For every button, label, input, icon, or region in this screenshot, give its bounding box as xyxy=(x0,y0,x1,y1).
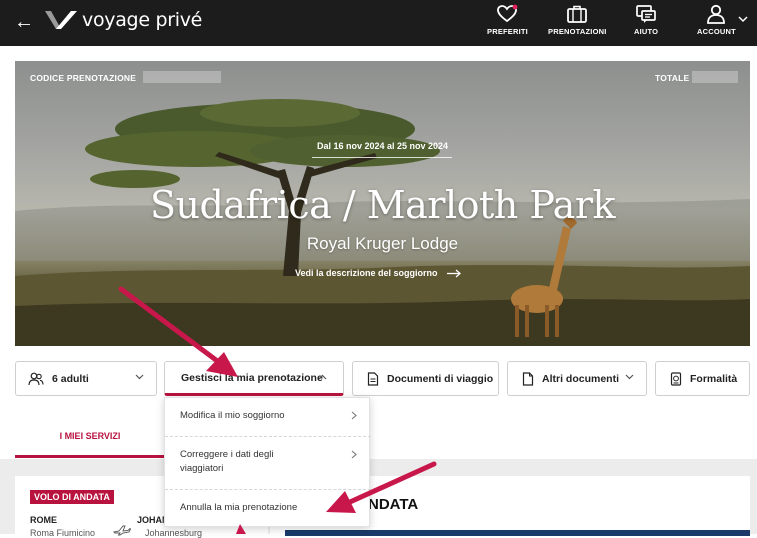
booking-dates: Dal 16 nov 2024 al 25 nov 2024 xyxy=(316,141,449,151)
formalities-label: Formalità xyxy=(690,372,738,385)
passport-icon xyxy=(670,371,682,386)
travellers-label: 6 adulti xyxy=(52,372,89,385)
plane-icon xyxy=(113,525,131,536)
logo-text: voyage privé xyxy=(82,9,203,31)
chevron-down-icon xyxy=(135,374,144,380)
outbound-flight-badge: VOLO DI ANDATA xyxy=(30,490,114,504)
menu-item-cancel-booking-label: Annulla la mia prenotazione xyxy=(180,502,298,513)
nav-bookings-label: PRENOTAZIONI xyxy=(548,27,607,36)
nav-favorites-label: PREFERITI xyxy=(487,27,528,36)
nav-help-label: AIUTO xyxy=(634,27,659,36)
manage-booking-button[interactable]: Gestisci la mia prenotazione xyxy=(164,361,344,396)
back-button[interactable]: ← xyxy=(14,12,34,32)
file-icon xyxy=(522,371,534,386)
total-redacted xyxy=(692,71,738,83)
nav-bookings[interactable]: PRENOTAZIONI xyxy=(548,4,607,36)
total-label: TOTALE xyxy=(655,73,690,83)
stay-description-label: Vedi la descrizione del soggiorno xyxy=(295,268,438,278)
menu-item-correct-travellers-line1: Correggere i dati degli xyxy=(180,449,274,460)
nav-account-label: ACCOUNT xyxy=(697,27,736,36)
manage-booking-menu: Modifica il mio soggiorno Correggere i d… xyxy=(164,397,371,527)
menu-item-correct-travellers-line2: viaggiatori xyxy=(180,463,224,474)
departure-city: ROME xyxy=(30,515,57,525)
nav-help[interactable]: AIUTO xyxy=(634,4,658,36)
destination-title: Sudafrica / Marloth Park xyxy=(149,183,616,227)
heart-icon xyxy=(497,4,518,23)
menu-item-correct-travellers[interactable]: Correggere i dati degli viaggiatori xyxy=(165,448,371,476)
departure-airport: Roma Fiumicino xyxy=(30,528,96,538)
stay-description-link[interactable]: Vedi la descrizione del soggiorno xyxy=(295,268,462,278)
arrow-right-icon xyxy=(446,269,461,277)
people-icon xyxy=(28,372,44,385)
menu-item-modify-stay[interactable]: Modifica il mio soggiorno xyxy=(165,409,371,423)
travel-documents-button[interactable]: Documenti di viaggio xyxy=(352,361,499,396)
booking-hero: CODICE PRENOTAZIONE TOTALE Dal 16 nov 20… xyxy=(15,61,750,346)
menu-item-modify-stay-label: Modifica il mio soggiorno xyxy=(180,410,285,421)
chevron-right-icon xyxy=(351,450,357,459)
other-documents-label: Altri documenti xyxy=(542,372,620,385)
booking-code-redacted xyxy=(143,71,221,83)
formalities-button[interactable]: Formalità xyxy=(655,361,750,396)
user-icon xyxy=(707,4,726,24)
menu-item-cancel-booking[interactable]: Annulla la mia prenotazione xyxy=(165,501,371,515)
menu-divider xyxy=(165,436,371,437)
logo-v-icon xyxy=(45,11,77,29)
account-chevron-down-icon[interactable] xyxy=(738,15,748,23)
nav-account[interactable]: ACCOUNT xyxy=(697,4,736,36)
flight-detail-title: NDATA xyxy=(368,496,419,513)
manage-booking-label: Gestisci la mia prenotazione xyxy=(181,371,323,384)
document-icon xyxy=(367,371,379,386)
travellers-button[interactable]: 6 adulti xyxy=(15,361,157,396)
top-navigation-bar: ← voyage privé PREFERITI PRENOTAZIONI AI… xyxy=(0,0,757,46)
arrival-airport: Johannesburg xyxy=(145,528,203,538)
hotel-name: Royal Kruger Lodge xyxy=(306,234,459,253)
chevron-up-icon xyxy=(318,374,327,380)
travel-documents-label: Documenti di viaggio xyxy=(387,372,494,385)
suitcase-icon xyxy=(567,5,588,23)
other-documents-button[interactable]: Altri documenti xyxy=(507,361,647,396)
menu-divider xyxy=(165,489,371,490)
chat-help-icon xyxy=(636,5,656,23)
flight-detail-bar xyxy=(285,530,750,536)
chevron-right-icon xyxy=(351,411,357,420)
chevron-down-icon xyxy=(625,374,634,380)
logo[interactable]: voyage privé xyxy=(44,9,202,31)
dates-divider xyxy=(312,157,452,158)
nav-favorites[interactable]: PREFERITI xyxy=(487,4,528,36)
booking-code-label: CODICE PRENOTAZIONE xyxy=(30,73,137,83)
tab-my-services[interactable]: I MIEI SERVIZI xyxy=(15,416,165,458)
